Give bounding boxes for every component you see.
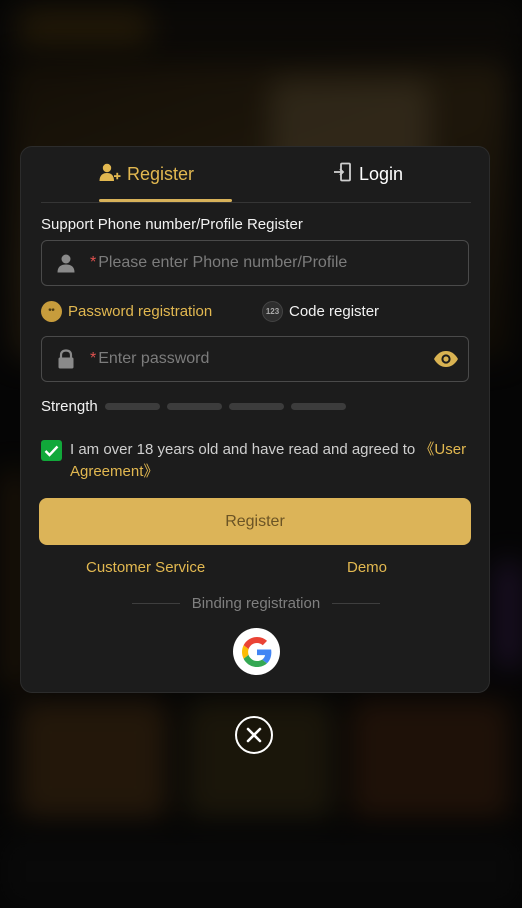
- google-login-button[interactable]: [233, 628, 280, 675]
- lock-icon: [42, 349, 90, 369]
- tab-login[interactable]: Login: [333, 147, 403, 202]
- login-door-icon: [333, 162, 353, 187]
- close-icon: [246, 727, 262, 743]
- required-mark: *: [90, 350, 97, 367]
- password-mode-badge: **: [41, 301, 62, 322]
- user-plus-icon: [99, 162, 121, 187]
- eye-icon[interactable]: [424, 350, 468, 368]
- demo-link[interactable]: Demo: [347, 559, 387, 576]
- register-modal: Register Login Support Phone number/Prof…: [20, 146, 490, 693]
- register-submit-button[interactable]: Register: [39, 498, 471, 545]
- password-input[interactable]: [98, 350, 424, 368]
- binding-registration-divider: Binding registration: [131, 595, 381, 612]
- divider-line: [332, 603, 381, 604]
- tab-register-label: Register: [127, 164, 195, 184]
- strength-bar: [290, 403, 346, 410]
- tab-register[interactable]: Register: [99, 147, 194, 202]
- required-mark: *: [90, 254, 97, 271]
- strength-bar: [228, 403, 284, 410]
- tab-login-label: Login: [359, 164, 404, 184]
- user-icon: [42, 253, 90, 273]
- google-icon: [241, 636, 271, 667]
- password-field[interactable]: *: [41, 336, 469, 382]
- phone-field[interactable]: *: [41, 240, 469, 286]
- phone-input[interactable]: [98, 254, 468, 272]
- checkmark-icon: [44, 445, 59, 457]
- password-strength: Strength: [41, 398, 346, 415]
- strength-label: Strength: [41, 398, 98, 415]
- strength-bar: [166, 403, 222, 410]
- support-label: Support Phone number/Profile Register: [41, 216, 303, 233]
- active-tab-indicator: [99, 199, 232, 202]
- agreement-text: I am over 18 years old and have read and…: [70, 439, 471, 483]
- divider-line: [131, 603, 180, 604]
- code-mode-badge: 123: [262, 301, 283, 322]
- agreement-checkbox[interactable]: [41, 440, 62, 461]
- code-register-option[interactable]: 123 Code register: [262, 301, 379, 322]
- password-registration-option[interactable]: ** Password registration: [41, 301, 212, 322]
- agreement-statement: I am over 18 years old and have read and…: [70, 441, 420, 458]
- close-modal-button[interactable]: [235, 716, 273, 754]
- password-registration-label: Password registration: [68, 303, 213, 320]
- auth-tabs: Register Login: [41, 147, 471, 203]
- strength-bar: [104, 403, 160, 410]
- agreement-row: I am over 18 years old and have read and…: [41, 439, 471, 483]
- code-register-label: Code register: [289, 303, 380, 320]
- binding-registration-label: Binding registration: [191, 595, 321, 612]
- customer-service-link[interactable]: Customer Service: [86, 559, 205, 576]
